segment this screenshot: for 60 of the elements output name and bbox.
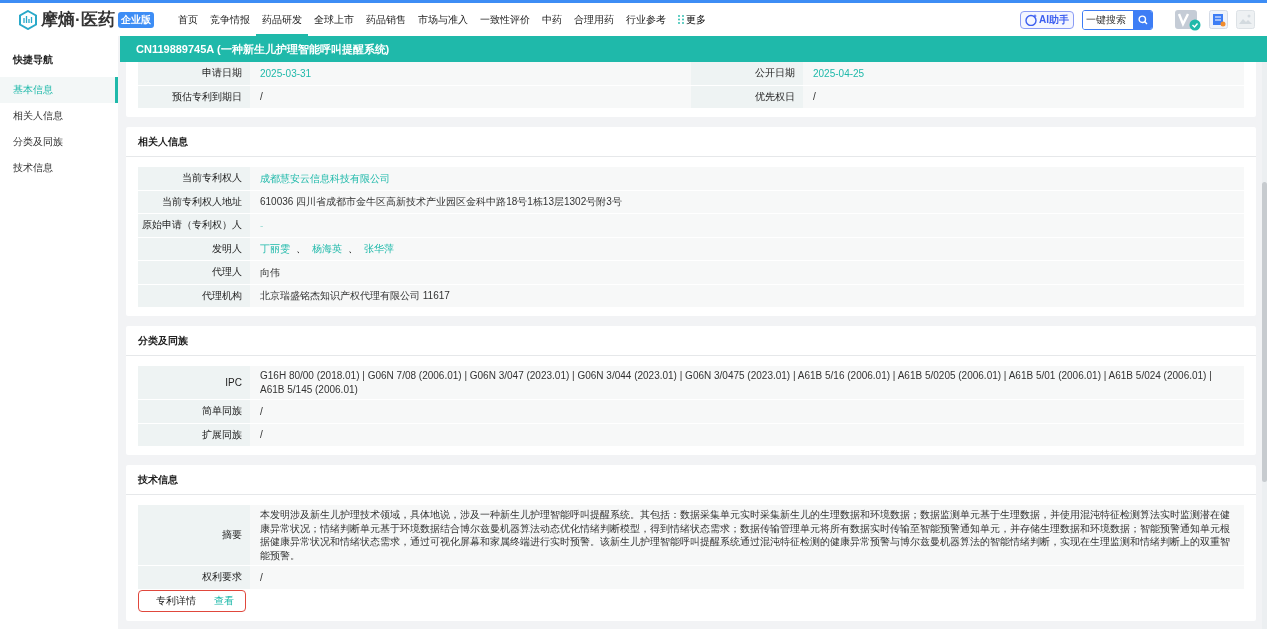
brand-name[interactable]: 摩熵·医药 [41,8,115,31]
ai-icon [1025,13,1037,26]
separator: 、 [348,242,358,256]
page-title: CN119889745A (一种新生儿护理智能呼叫提醒系统) [120,36,1267,62]
section-title: 技术信息 [126,465,1256,495]
ai-assistant-button[interactable]: AI助手 [1020,10,1074,29]
field-value: - [260,218,264,232]
nav-tab[interactable]: 中药 [535,3,568,36]
search-icon [1137,14,1148,25]
field-label: 预估专利到期日 [172,89,242,104]
field-value: / [260,90,263,104]
vip-icon[interactable] [1175,8,1201,31]
separator: 、 [296,242,306,256]
nav-tab[interactable]: 竞争情报 [203,3,256,36]
nav-tab[interactable]: 全球上市 [307,3,360,36]
more-menu[interactable]: 更多 [671,12,712,27]
search-button[interactable] [1133,10,1152,29]
field-label: 当前专利权人地址 [162,194,242,209]
sidebar-item[interactable]: 技术信息 [0,155,118,181]
nav-tab[interactable]: 行业参考 [619,3,672,36]
field-label: 权利要求 [202,570,242,585]
scrollbar[interactable] [1262,62,1267,629]
nav-tab[interactable]: 合理用药 [567,3,620,36]
logo-icon [18,9,38,30]
sidebar-title: 快捷导航 [11,53,54,67]
section-title: 相关人信息 [126,127,1256,157]
field-value: 北京瑞盛铭杰知识产权代理有限公司 11617 [260,289,450,303]
grid-icon [677,15,684,24]
nav-tab[interactable]: 一致性评价 [473,3,536,36]
field-label: 摘要 [222,528,242,542]
field-value: G16H 80/00 (2018.01) | G06N 7/08 (2006.01) | G06N 3/047 (2023.01) | G06N 3/044 (2023.01) | G06N 3/0475 (2023.01) | A61B 5/16 (2006.01) | A61B 5/0205 (2006.01) | A61B 5/01 (2006.01) | A61B 5/024 (2006.01) | A61B 5/145 (2006.01) [260,369,1213,396]
field-label: 优先权日 [755,89,795,104]
field-label: 扩展同族 [202,427,242,442]
field-label: 专利详情 [156,593,196,608]
nav-tab[interactable]: 药品销售 [359,3,412,36]
nav-tab[interactable]: 市场与准入 [411,3,474,36]
field-label: 原始申请（专利权）人 [142,218,242,233]
edition-badge: 企业版 [117,11,154,28]
field-label: 代理机构 [202,288,242,303]
field-value: 610036 四川省成都市金牛区高新技术产业园区金科中路18号1栋13层1302号附3号 [260,195,622,209]
field-value: 本发明涉及新生儿护理技术领域，具体地说，涉及一种新生儿护理智能呼叫提醒系统。其包括：数据采集单元实时采集新生儿的生理数据和环境数据；数据监测单元基于生理数据，并使用混沌特征检测算法实时监测潜在健康异常状况；情绪判断单元基于环境数据结合博尔兹曼机器算法动态优化情绪判断模型，得到情绪状态需求；数据传输管理单元将所有数据实时传输至智能预警通知单元，并存储生理数据和环境数据；智能预警通知单元根据健康异常状况和情绪状态需求，通过可视化屏幕和家属终端进行实时预警。该新生儿护理智能呼叫提醒系统通过混沌特征检测的健康异常预警与博尔兹曼机器算法的智能情绪判断，实现在生理监测和情绪判断上的双重智能预警。 [260,508,1231,562]
field-label: 当前专利权人 [182,171,242,186]
section-title: 分类及同族 [126,326,1256,356]
field-label: 代理人 [212,265,242,280]
field-value: / [813,90,816,104]
document-icon[interactable] [1209,10,1228,29]
field-label: IPC [225,377,242,388]
field-value: 向伟 [260,265,280,279]
field-label: 简单同族 [202,404,242,419]
field-label: 公开日期 [755,66,795,81]
sidebar-item[interactable]: 分类及同族 [0,129,118,155]
sidebar-item[interactable]: 相关人信息 [0,103,118,129]
field-label: 发明人 [212,241,242,256]
nav-tab[interactable]: 首页 [171,3,204,36]
field-value: / [260,570,263,584]
field-value: / [260,404,263,418]
image-icon[interactable] [1236,10,1255,29]
search-field[interactable]: 一键搜索 [1082,9,1153,30]
field-label: 申请日期 [202,66,242,81]
field-value: / [260,428,263,442]
